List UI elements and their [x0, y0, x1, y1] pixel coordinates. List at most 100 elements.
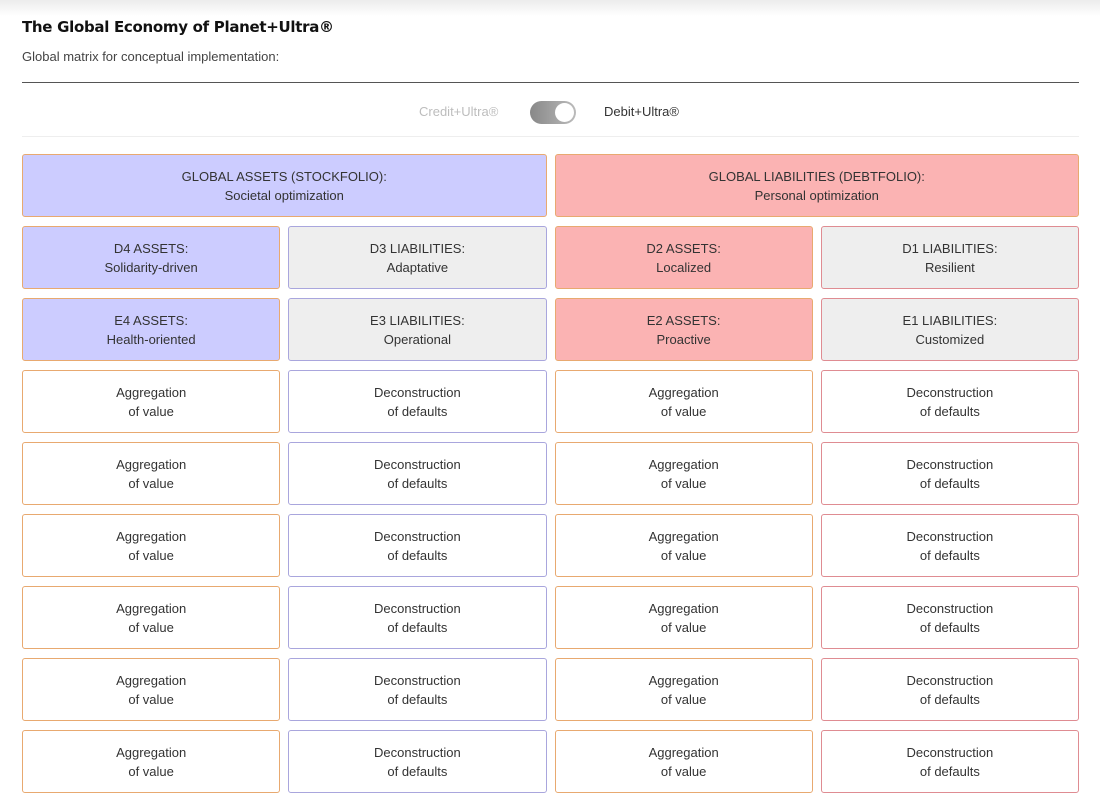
cell-subtitle: of defaults — [919, 475, 980, 491]
cell-title: Deconstruction — [906, 600, 994, 616]
e2-assets-cell[interactable]: E2 ASSETS: Proactive — [554, 298, 813, 361]
deconstruction-of-defaults-cell[interactable]: Deconstruction of defaults — [820, 514, 1079, 577]
page-subtitle: Global matrix for conceptual implementat… — [22, 49, 280, 64]
aggregation-of-value-cell[interactable]: Aggregation of value — [22, 658, 281, 721]
aggregation-of-value-cell[interactable]: Aggregation of value — [554, 586, 813, 649]
cell-subtitle: of defaults — [919, 547, 980, 563]
cell-subtitle: of defaults — [387, 547, 448, 563]
cell-title: E1 LIABILITIES: — [902, 312, 998, 328]
cell-title: Deconstruction — [906, 456, 994, 472]
cell-subtitle: Health-oriented — [106, 331, 196, 347]
cell-title: Deconstruction — [374, 672, 461, 688]
cell-title: Deconstruction — [374, 384, 461, 400]
cell-subtitle: Proactive — [656, 331, 711, 347]
d1-liabilities-cell[interactable]: D1 LIABILITIES: Resilient — [820, 226, 1079, 289]
cell-title: Deconstruction — [374, 456, 461, 472]
deconstruction-of-defaults-cell[interactable]: Deconstruction of defaults — [288, 658, 547, 721]
e1-liabilities-cell[interactable]: E1 LIABILITIES: Customized — [820, 298, 1079, 361]
debit-ultra-label[interactable]: Debit+Ultra® — [604, 104, 679, 119]
global-matrix: GLOBAL ASSETS (STOCKFOLIO): Societal opt… — [22, 154, 1079, 802]
cell-subtitle: of value — [128, 619, 174, 635]
cell-subtitle: Operational — [383, 331, 451, 347]
cell-subtitle: Resilient — [924, 259, 975, 275]
global-assets-cell[interactable]: GLOBAL ASSETS (STOCKFOLIO): Societal opt… — [22, 154, 547, 217]
deconstruction-of-defaults-cell[interactable]: Deconstruction of defaults — [820, 730, 1079, 793]
cell-subtitle: of value — [128, 691, 174, 707]
credit-ultra-label[interactable]: Credit+Ultra® — [419, 104, 498, 119]
deconstruction-of-defaults-cell[interactable]: Deconstruction of defaults — [820, 370, 1079, 433]
deconstruction-of-defaults-cell[interactable]: Deconstruction of defaults — [288, 370, 547, 433]
cell-subtitle: of value — [660, 475, 707, 491]
top-shadow — [0, 0, 1100, 16]
cell-subtitle: Societal optimization — [224, 187, 344, 203]
global-liabilities-cell[interactable]: GLOBAL LIABILITIES (DEBTFOLIO): Personal… — [554, 154, 1079, 217]
deconstruction-of-defaults-cell[interactable]: Deconstruction of defaults — [820, 658, 1079, 721]
cell-title: Aggregation — [116, 744, 187, 760]
e4-assets-cell[interactable]: E4 ASSETS: Health-oriented — [22, 298, 281, 361]
page-title: The Global Economy of Planet+Ultra® — [22, 18, 334, 36]
aggregation-of-value-cell[interactable]: Aggregation of value — [22, 514, 281, 577]
aggregation-of-value-cell[interactable]: Aggregation of value — [554, 730, 813, 793]
cell-subtitle: of value — [660, 619, 707, 635]
toggle-knob — [555, 103, 574, 122]
cell-subtitle: of defaults — [387, 691, 448, 707]
cell-title: D2 ASSETS: — [646, 240, 721, 256]
aggregation-of-value-cell[interactable]: Aggregation of value — [22, 586, 281, 649]
global-row: GLOBAL ASSETS (STOCKFOLIO): Societal opt… — [22, 154, 1079, 217]
d-row: D4 ASSETS: Solidarity-driven D3 LIABILIT… — [22, 226, 1079, 289]
aggregation-of-value-cell[interactable]: Aggregation of value — [554, 442, 813, 505]
cell-title: Aggregation — [116, 672, 187, 688]
cell-title: E3 LIABILITIES: — [370, 312, 465, 328]
aggregation-of-value-cell[interactable]: Aggregation of value — [22, 730, 281, 793]
cell-title: Aggregation — [648, 384, 719, 400]
cell-subtitle: of defaults — [387, 619, 448, 635]
aggregation-of-value-cell[interactable]: Aggregation of value — [554, 658, 813, 721]
cell-title: Deconstruction — [374, 600, 461, 616]
e-row: E4 ASSETS: Health-oriented E3 LIABILITIE… — [22, 298, 1079, 361]
detail-row: Aggregation of value Deconstruction of defa… — [22, 514, 1079, 577]
mode-toggle-row: Credit+Ultra® Debit+Ultra® — [22, 98, 1079, 126]
cell-title: GLOBAL ASSETS (STOCKFOLIO): — [181, 168, 387, 184]
deconstruction-of-defaults-cell[interactable]: Deconstruction of defaults — [820, 586, 1079, 649]
cell-title: E2 ASSETS: — [646, 312, 721, 328]
cell-subtitle: of value — [128, 763, 174, 779]
detail-row: Aggregation of value Deconstruction of defa… — [22, 370, 1079, 433]
deconstruction-of-defaults-cell[interactable]: Deconstruction of defaults — [288, 442, 547, 505]
cell-title: Aggregation — [648, 456, 719, 472]
cell-title: Aggregation — [648, 744, 719, 760]
aggregation-of-value-cell[interactable]: Aggregation of value — [554, 370, 813, 433]
detail-row: Aggregation of value Deconstruction of defa… — [22, 442, 1079, 505]
cell-subtitle: of value — [660, 691, 707, 707]
cell-subtitle: of defaults — [919, 403, 980, 419]
cell-title: Deconstruction — [906, 672, 994, 688]
cell-title: Deconstruction — [906, 384, 994, 400]
d4-assets-cell[interactable]: D4 ASSETS: Solidarity-driven — [22, 226, 281, 289]
cell-title: Deconstruction — [906, 528, 994, 544]
cell-subtitle: of defaults — [387, 763, 448, 779]
cell-subtitle: of value — [128, 403, 174, 419]
cell-subtitle: of defaults — [387, 475, 448, 491]
deconstruction-of-defaults-cell[interactable]: Deconstruction of defaults — [288, 586, 547, 649]
detail-row: Aggregation of value Deconstruction of defa… — [22, 658, 1079, 721]
cell-title: D4 ASSETS: — [113, 240, 189, 256]
cell-subtitle: of value — [128, 547, 174, 563]
cell-title: E4 ASSETS: — [114, 312, 188, 328]
credit-debit-toggle-switch[interactable] — [530, 101, 576, 124]
deconstruction-of-defaults-cell[interactable]: Deconstruction of defaults — [288, 514, 547, 577]
cell-subtitle: of value — [660, 763, 707, 779]
cell-subtitle: of defaults — [919, 691, 980, 707]
d3-liabilities-cell[interactable]: D3 LIABILITIES: Adaptative — [288, 226, 547, 289]
cell-title: Deconstruction — [906, 744, 994, 760]
aggregation-of-value-cell[interactable]: Aggregation of value — [22, 370, 281, 433]
cell-title: Aggregation — [116, 456, 187, 472]
cell-subtitle: Adaptative — [386, 259, 449, 275]
cell-subtitle: Personal optimization — [754, 187, 879, 203]
d2-assets-cell[interactable]: D2 ASSETS: Localized — [554, 226, 813, 289]
deconstruction-of-defaults-cell[interactable]: Deconstruction of defaults — [288, 730, 547, 793]
aggregation-of-value-cell[interactable]: Aggregation of value — [22, 442, 281, 505]
aggregation-of-value-cell[interactable]: Aggregation of value — [554, 514, 813, 577]
deconstruction-of-defaults-cell[interactable]: Deconstruction of defaults — [820, 442, 1079, 505]
e3-liabilities-cell[interactable]: E3 LIABILITIES: Operational — [288, 298, 547, 361]
detail-rows: Aggregation of value Deconstruction of defa… — [22, 370, 1079, 793]
cell-title: D1 LIABILITIES: — [902, 240, 998, 256]
